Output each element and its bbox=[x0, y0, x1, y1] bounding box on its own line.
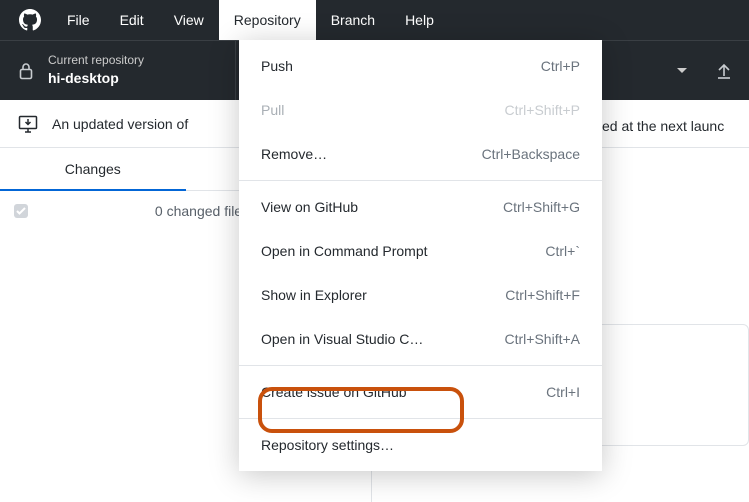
menu-item-shortcut: Ctrl+Shift+A bbox=[505, 331, 580, 347]
select-all-checkbox[interactable] bbox=[14, 204, 28, 218]
chevron-down-icon[interactable] bbox=[677, 68, 687, 73]
menu-item-shortcut: Ctrl+Backspace bbox=[482, 146, 580, 162]
menu-item-label: Push bbox=[261, 58, 293, 74]
lock-icon bbox=[18, 62, 34, 80]
menu-item-shortcut: Ctrl+P bbox=[541, 58, 580, 74]
banner-text-right: ed at the next launc bbox=[602, 118, 724, 134]
menu-item-label: View on GitHub bbox=[261, 199, 358, 215]
push-arrow-icon[interactable] bbox=[715, 62, 733, 80]
menu-help[interactable]: Help bbox=[390, 0, 449, 40]
menu-item-view-on-github[interactable]: View on GitHub Ctrl+Shift+G bbox=[239, 185, 602, 229]
desktop-download-icon bbox=[18, 115, 38, 133]
menu-item-label: Open in Visual Studio C… bbox=[261, 331, 423, 347]
menubar: File Edit View Repository Branch Help bbox=[0, 0, 749, 40]
menu-item-open-in-command-prompt[interactable]: Open in Command Prompt Ctrl+` bbox=[239, 229, 602, 273]
toolbar-right bbox=[661, 41, 749, 100]
menu-item-shortcut: Ctrl+I bbox=[546, 384, 580, 400]
menu-item-label: Repository settings… bbox=[261, 437, 394, 453]
menu-item-label: Show in Explorer bbox=[261, 287, 367, 303]
menu-item-label: Create issue on GitHub bbox=[261, 384, 407, 400]
menu-item-repository-settings[interactable]: Repository settings… bbox=[239, 423, 602, 467]
menu-item-show-in-explorer[interactable]: Show in Explorer Ctrl+Shift+F bbox=[239, 273, 602, 317]
menu-item-remove[interactable]: Remove… Ctrl+Backspace bbox=[239, 132, 602, 176]
menu-file[interactable]: File bbox=[52, 0, 105, 40]
menu-item-shortcut: Ctrl+Shift+F bbox=[505, 287, 580, 303]
menu-item-shortcut: Ctrl+` bbox=[545, 243, 580, 259]
banner-text-left: An updated version of bbox=[52, 116, 188, 132]
menu-item-shortcut: Ctrl+Shift+G bbox=[503, 199, 580, 215]
menu-item-create-issue-on-github[interactable]: Create issue on GitHub Ctrl+I bbox=[239, 370, 602, 414]
menu-item-push[interactable]: Push Ctrl+P bbox=[239, 44, 602, 88]
repository-menu-dropdown: Push Ctrl+P Pull Ctrl+Shift+P Remove… Ctrl+Ba… bbox=[239, 40, 602, 471]
menu-item-label: Pull bbox=[261, 102, 284, 118]
menu-branch[interactable]: Branch bbox=[316, 0, 390, 40]
menu-edit[interactable]: Edit bbox=[105, 0, 159, 40]
repo-name: hi-desktop bbox=[48, 69, 144, 89]
github-logo-icon bbox=[18, 8, 42, 32]
menu-separator bbox=[239, 180, 602, 181]
menu-item-label: Remove… bbox=[261, 146, 327, 162]
menu-view[interactable]: View bbox=[159, 0, 219, 40]
menu-separator bbox=[239, 365, 602, 366]
menu-item-open-in-visual-studio-c[interactable]: Open in Visual Studio C… Ctrl+Shift+A bbox=[239, 317, 602, 361]
repo-text: Current repository hi-desktop bbox=[48, 52, 144, 88]
repo-label: Current repository bbox=[48, 52, 144, 69]
tab-changes[interactable]: Changes bbox=[0, 148, 186, 190]
repo-selector[interactable]: Current repository hi-desktop bbox=[0, 41, 236, 100]
menu-separator bbox=[239, 418, 602, 419]
menu-repository[interactable]: Repository bbox=[219, 0, 316, 40]
menu-item-label: Open in Command Prompt bbox=[261, 243, 428, 259]
menu-item-shortcut: Ctrl+Shift+P bbox=[505, 102, 580, 118]
menu-item-pull: Pull Ctrl+Shift+P bbox=[239, 88, 602, 132]
